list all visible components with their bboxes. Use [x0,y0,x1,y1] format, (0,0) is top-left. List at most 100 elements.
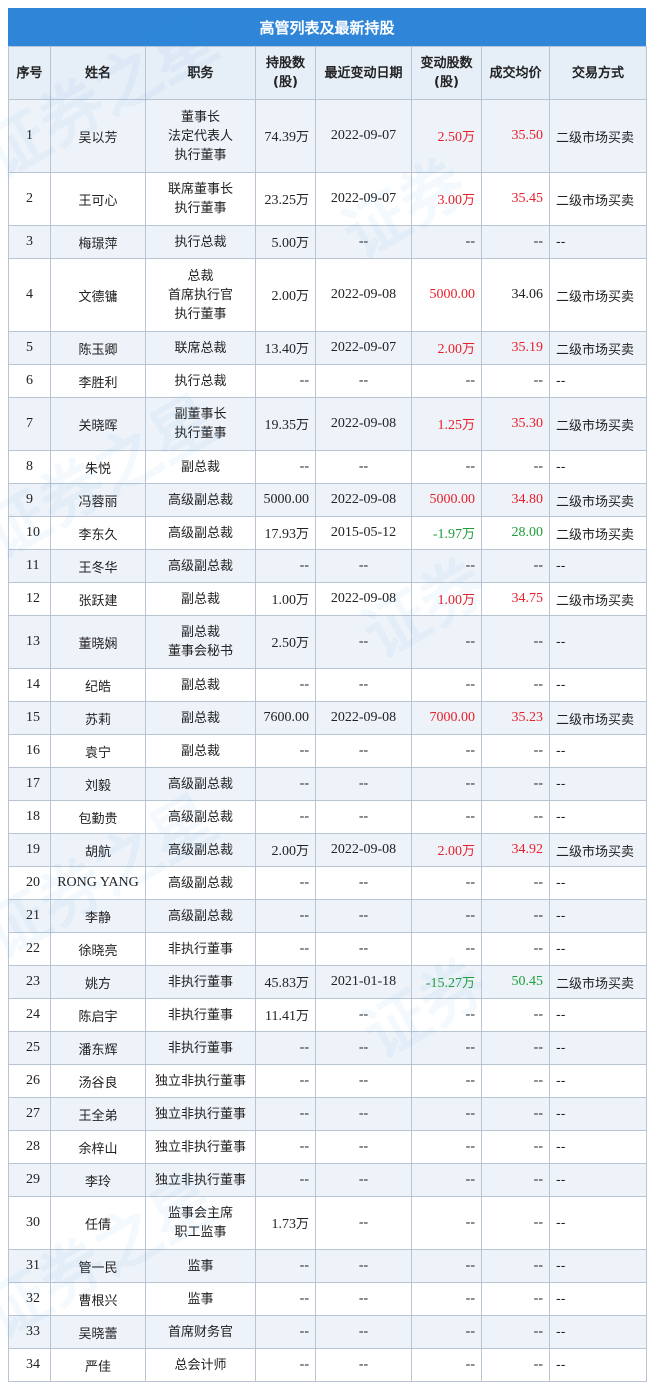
cell-mode: 二级市场买卖 [549,516,647,550]
holding-value: 5000.00 [263,492,310,507]
cell-idx: 20 [8,866,51,900]
position-line: 监事会主席 [167,1206,233,1221]
cell-price: -- [481,1031,550,1065]
cell-position: 副总裁 [145,668,256,702]
cell-idx: 21 [8,899,51,933]
cell-name: 袁宁 [50,734,146,768]
table-row: 2 王可心 联席董事长 执行董事 23.25万 2022-09-07 3.00万 35.45 二… [8,172,647,226]
change-value: -- [465,1139,475,1154]
cell-price: -- [481,1130,550,1164]
cell-date: -- [315,1097,412,1131]
cell-position: 高级副总裁 [145,866,256,900]
cell-position: 副总裁 [145,734,256,768]
cell-idx: 12 [8,582,51,616]
cell-mode: -- [549,866,647,900]
change-value: -- [465,234,475,249]
cell-position: 首席财务官 [145,1315,256,1349]
cell-position: 非执行董事 [145,998,256,1032]
cell-date: -- [315,1315,412,1349]
change-value: -- [465,908,475,923]
cell-date: -- [315,1196,412,1250]
holding-unit: 万 [295,193,309,208]
table-row: 22 徐晓亮 非执行董事 -- -- -- -- -- [8,932,647,966]
holding-unit: 万 [295,844,309,859]
cell-idx: 3 [8,225,51,259]
cell-date: -- [315,1064,412,1098]
cell-holding: -- [255,866,316,900]
position-line: 副总裁 [180,677,220,693]
cell-date: -- [315,1163,412,1197]
cell-change: -- [411,1315,482,1349]
cell-price: 34.06 [481,258,550,332]
header-name: 姓名 [50,46,146,100]
change-value: -1.97 [432,527,462,542]
cell-name: 李东久 [50,516,146,550]
cell-holding: 45.83万 [255,965,316,999]
holding-value: -- [299,941,309,956]
change-value: 5000.00 [429,287,476,302]
cell-position: 非执行董事 [145,932,256,966]
change-value: 1.00 [437,593,462,608]
position-line: 副总裁 [180,710,220,726]
cell-name: 关晓晖 [50,397,146,451]
cell-mode: 二级市场买卖 [549,582,647,616]
holding-value: -- [299,875,309,890]
table-row: 31 管一民 监事 -- -- -- -- -- [8,1249,647,1283]
position-line: 独立非执行董事 [154,1073,246,1089]
header-change: 变动股数 (股) [411,46,482,100]
cell-change: 3.00万 [411,172,482,226]
cell-mode: -- [549,364,647,398]
cell-holding: 17.93万 [255,516,316,550]
holding-value: -- [299,373,309,388]
cell-name: 吴晓蕾 [50,1315,146,1349]
cell-price: 35.19 [481,331,550,365]
cell-price: -- [481,1249,550,1283]
cell-position: 副总裁 [145,582,256,616]
position-line: 高级副总裁 [167,908,233,924]
holding-value: 5.00 [271,236,296,251]
cell-idx: 19 [8,833,51,867]
cell-position: 执行总裁 [145,364,256,398]
cell-position: 独立非执行董事 [145,1097,256,1131]
cell-holding: 5000.00 [255,483,316,517]
position-line: 执行总裁 [174,234,227,250]
position-line: 高级副总裁 [167,809,233,825]
cell-mode: -- [549,767,647,801]
cell-change: -- [411,899,482,933]
change-unit: 万 [461,193,475,208]
position-line: 联席董事长 [167,182,233,197]
holding-unit: 万 [295,976,309,991]
cell-position: 高级副总裁 [145,483,256,517]
cell-idx: 34 [8,1348,51,1382]
cell-name: 余梓山 [50,1130,146,1164]
cell-price: -- [481,450,550,484]
position-line: 董事长 [180,109,220,125]
table-row: 17 刘毅 高级副总裁 -- -- -- -- -- [8,767,647,801]
change-value: -- [465,1324,475,1339]
position-line: 职工监事 [174,1225,227,1240]
holding-unit: 万 [295,342,309,357]
cell-date: 2022-09-07 [315,99,412,173]
cell-price: 28.00 [481,516,550,550]
cell-mode: -- [549,998,647,1032]
cell-change: -- [411,549,482,583]
cell-change: 5000.00 [411,258,482,332]
change-value: 2.00 [437,342,462,357]
cell-change: -- [411,767,482,801]
position-line: 执行董事 [174,147,227,163]
cell-change: 2.00万 [411,331,482,365]
holding-value: -- [299,677,309,692]
cell-position: 高级副总裁 [145,549,256,583]
change-value: -- [465,809,475,824]
cell-price: -- [481,1196,550,1250]
cell-date: -- [315,450,412,484]
change-value: -- [465,1357,475,1372]
change-unit: 万 [461,342,475,357]
cell-name: 王可心 [50,172,146,226]
cell-idx: 32 [8,1282,51,1316]
holding-value: 13.40 [264,342,296,357]
cell-idx: 6 [8,364,51,398]
cell-holding: -- [255,734,316,768]
cell-date: 2022-09-08 [315,833,412,867]
cell-date: -- [315,1031,412,1065]
